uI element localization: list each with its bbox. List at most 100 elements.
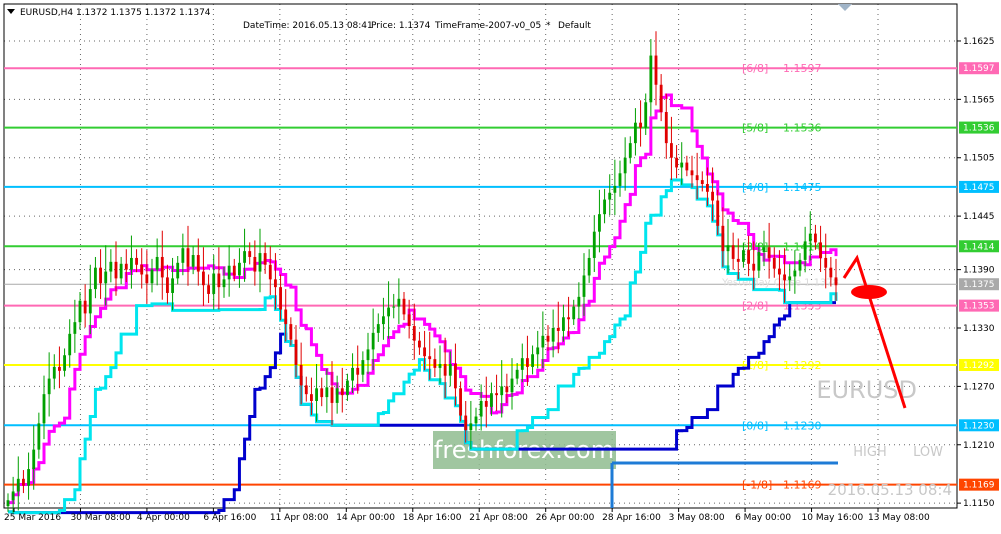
price-tag-text: 1.1475 xyxy=(963,183,995,193)
candle-body xyxy=(279,287,282,310)
candle-body xyxy=(448,364,452,376)
x-tick-label: 6 May 00:00 xyxy=(735,513,791,523)
current-price-tag-text: 1.1375 xyxy=(963,280,995,290)
candle-body xyxy=(562,317,565,331)
candle-body xyxy=(736,258,740,262)
candle-body xyxy=(454,364,457,389)
candle-body xyxy=(376,324,380,333)
candle-body xyxy=(829,267,833,278)
candle-body xyxy=(706,184,709,192)
candle-body xyxy=(27,469,30,486)
candle-body xyxy=(618,173,622,186)
candle-body xyxy=(814,233,817,243)
murrey-level-label: [4/8] xyxy=(742,181,768,194)
candle-body xyxy=(176,262,180,279)
price-tag-text: 1.1292 xyxy=(963,361,995,371)
candle-body xyxy=(423,347,426,357)
price-tag-text: 1.1353 xyxy=(963,302,995,312)
candle-body xyxy=(418,340,421,348)
candle-body xyxy=(464,415,468,431)
murrey-level-value: 1.1536 xyxy=(783,122,822,135)
candle-body xyxy=(443,364,447,376)
candle-body xyxy=(243,251,246,263)
candle-body xyxy=(649,55,653,103)
candle-body xyxy=(510,378,514,393)
candle-body xyxy=(181,248,185,263)
y-tick-label: 1.1445 xyxy=(963,212,995,222)
y-tick-label: 1.1565 xyxy=(963,95,995,105)
candle-body xyxy=(587,257,591,276)
price-info: Price: 1.1374 xyxy=(371,21,431,31)
candle-body xyxy=(330,387,334,403)
candle-body xyxy=(731,245,735,259)
candle-body xyxy=(166,277,169,293)
candle-body xyxy=(433,359,437,368)
candle-body xyxy=(356,367,360,375)
candle-body xyxy=(346,380,349,396)
x-tick-label: 14 Apr 00:00 xyxy=(336,513,395,523)
candle-body xyxy=(315,388,318,401)
candle-body xyxy=(351,367,354,381)
candle-body xyxy=(500,386,504,396)
candle-body xyxy=(94,267,97,290)
timeframe-info: TimeFrame-2007-v0_05 xyxy=(434,21,541,31)
candle-body xyxy=(397,298,401,307)
candle-body xyxy=(191,255,195,267)
murrey-level-label: [0/8] xyxy=(742,419,768,432)
candle-body xyxy=(140,264,144,275)
murrey-level-value: 1.1475 xyxy=(783,181,822,194)
candle-body xyxy=(299,364,303,386)
candle-body xyxy=(207,285,210,294)
candle-body xyxy=(145,274,149,284)
x-tick-label: 13 May 08:00 xyxy=(868,513,930,523)
target-marker xyxy=(851,285,887,299)
candle-body xyxy=(628,143,632,158)
candle-body xyxy=(659,84,663,112)
candle-body xyxy=(546,335,550,342)
mode-info: Default xyxy=(558,21,591,31)
y-tick-label: 1.1150 xyxy=(963,499,995,509)
candle-body xyxy=(541,335,545,348)
candle-body xyxy=(42,394,46,424)
high-label: HIGH xyxy=(853,445,886,460)
candle-body xyxy=(63,355,66,371)
candle-body xyxy=(155,256,159,270)
candle-body xyxy=(531,354,534,367)
candle-body xyxy=(598,214,601,232)
candle-body xyxy=(515,369,519,379)
price-tag-text: 1.1169 xyxy=(963,481,995,491)
candle-body xyxy=(726,245,730,252)
candle-body xyxy=(52,366,56,379)
candle-body xyxy=(130,257,133,270)
candle-body xyxy=(469,423,473,431)
candle-body xyxy=(150,269,154,284)
candle-body xyxy=(592,231,596,258)
candle-body xyxy=(78,300,82,323)
watermark-timestamp: 2016.05.13 08:4 xyxy=(828,481,952,499)
candle-body xyxy=(479,400,483,417)
candle-body xyxy=(232,265,236,276)
candle-body xyxy=(484,400,488,407)
candle-body xyxy=(202,271,205,286)
candle-body xyxy=(577,296,581,307)
candle-body xyxy=(294,339,298,365)
candle-body xyxy=(747,250,750,264)
candle-body xyxy=(263,253,267,265)
x-tick-label: 28 Apr 16:00 xyxy=(602,513,661,523)
y-tick-label: 1.1505 xyxy=(963,154,995,164)
candle-body xyxy=(536,347,540,355)
candle-body xyxy=(772,257,776,269)
price-tag-text: 1.1597 xyxy=(963,64,995,74)
candle-body xyxy=(407,314,411,327)
candle-body xyxy=(834,277,838,286)
candle-body xyxy=(135,257,138,265)
candle-body xyxy=(670,143,673,158)
symbol-info: EURUSD,H4 1.1372 1.1375 1.1372 1.1374 xyxy=(20,8,211,18)
candle-body xyxy=(68,333,72,356)
candle-body xyxy=(428,356,432,360)
x-tick-label: 30 Mar 08:00 xyxy=(70,513,130,523)
murrey-level-value: 1.1597 xyxy=(783,62,822,75)
candle-body xyxy=(685,162,689,171)
candle-body xyxy=(757,252,761,271)
candle-body xyxy=(695,175,699,181)
